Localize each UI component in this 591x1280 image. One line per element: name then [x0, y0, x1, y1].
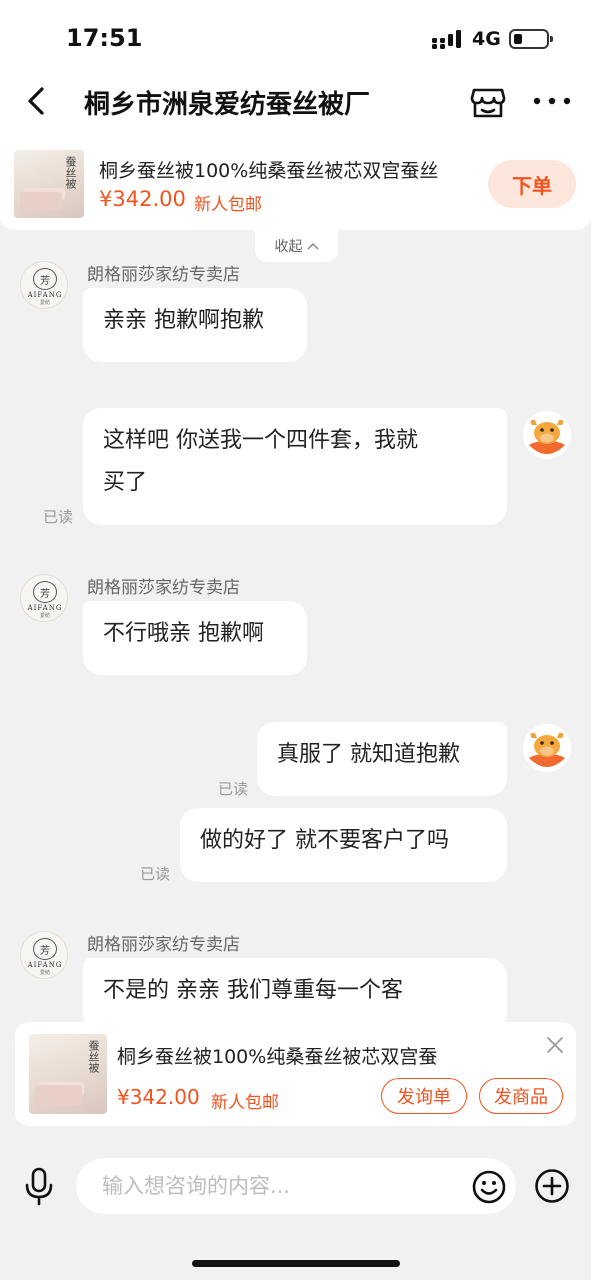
- battery-icon: [509, 29, 553, 49]
- message-bubble[interactable]: 做的好了 就不要客户了吗: [180, 808, 507, 882]
- message-bubble[interactable]: 真服了 就知道抱歉: [257, 722, 507, 796]
- message-bubble[interactable]: 不行哦亲 抱歉啊: [83, 601, 307, 675]
- order-button[interactable]: 下单: [488, 160, 576, 208]
- microphone-icon[interactable]: [22, 1166, 56, 1206]
- send-inquiry-button[interactable]: 发询单: [381, 1078, 467, 1114]
- send-product-button[interactable]: 发商品: [479, 1078, 563, 1114]
- message-bubble[interactable]: 亲亲 抱歉啊抱歉: [83, 288, 307, 362]
- shop-avatar[interactable]: 芳 AIFANG 爱纺: [20, 261, 68, 309]
- product-thumbnail[interactable]: 蚕丝被: [14, 150, 84, 218]
- chevron-up-icon: [306, 242, 319, 250]
- product-price: ¥342.00: [99, 187, 186, 211]
- home-indicator: [192, 1260, 400, 1267]
- more-icon[interactable]: [532, 96, 572, 106]
- close-icon[interactable]: [544, 1034, 566, 1056]
- message-bubble[interactable]: 不是的 亲亲 我们尊重每一个客: [83, 958, 507, 1032]
- status-time: 17:51: [66, 24, 143, 52]
- product-title[interactable]: 桐乡蚕丝被100%纯桑蚕丝被芯双宫蚕丝: [99, 156, 471, 183]
- message-bubble[interactable]: 这样吧 你送我一个四件套，我就 买了: [83, 408, 507, 525]
- plus-icon[interactable]: [534, 1168, 570, 1204]
- store-icon[interactable]: [468, 82, 508, 122]
- read-status: 已读: [218, 780, 249, 798]
- collapse-label: 收起: [274, 239, 303, 255]
- message-line: 这样吧 你送我一个四件套，我就: [103, 428, 418, 453]
- product-card-title[interactable]: 桐乡蚕丝被100%纯桑蚕丝被芯双宫蚕: [117, 1042, 463, 1069]
- read-status: 已读: [140, 865, 171, 883]
- shipping-tag: 新人包邮: [194, 195, 262, 215]
- emoji-icon[interactable]: [472, 1170, 506, 1204]
- message-input[interactable]: [76, 1158, 516, 1214]
- page-title: 桐乡市洲泉爱纺蚕丝被厂: [84, 90, 371, 120]
- user-avatar[interactable]: [523, 411, 571, 459]
- network-label: 4G: [472, 28, 501, 50]
- read-status: 已读: [43, 508, 74, 526]
- collapse-toggle[interactable]: 收起: [255, 230, 338, 262]
- sender-name: 朗格丽莎家纺专卖店: [87, 578, 240, 598]
- product-card-price: ¥342.00: [117, 1085, 200, 1109]
- product-card-shipping-tag: 新人包邮: [211, 1093, 279, 1113]
- user-avatar[interactable]: [523, 724, 571, 772]
- back-arrow-icon[interactable]: [22, 86, 52, 116]
- sender-name: 朗格丽莎家纺专卖店: [87, 265, 240, 285]
- shop-avatar[interactable]: 芳 AIFANG 爱纺: [20, 574, 68, 622]
- message-line: 买了: [103, 470, 148, 495]
- sender-name: 朗格丽莎家纺专卖店: [87, 935, 240, 955]
- shop-avatar[interactable]: 芳 AIFANG 爱纺: [20, 931, 68, 979]
- product-card-thumbnail[interactable]: 蚕丝被: [29, 1034, 107, 1114]
- signal-icon: [432, 30, 461, 49]
